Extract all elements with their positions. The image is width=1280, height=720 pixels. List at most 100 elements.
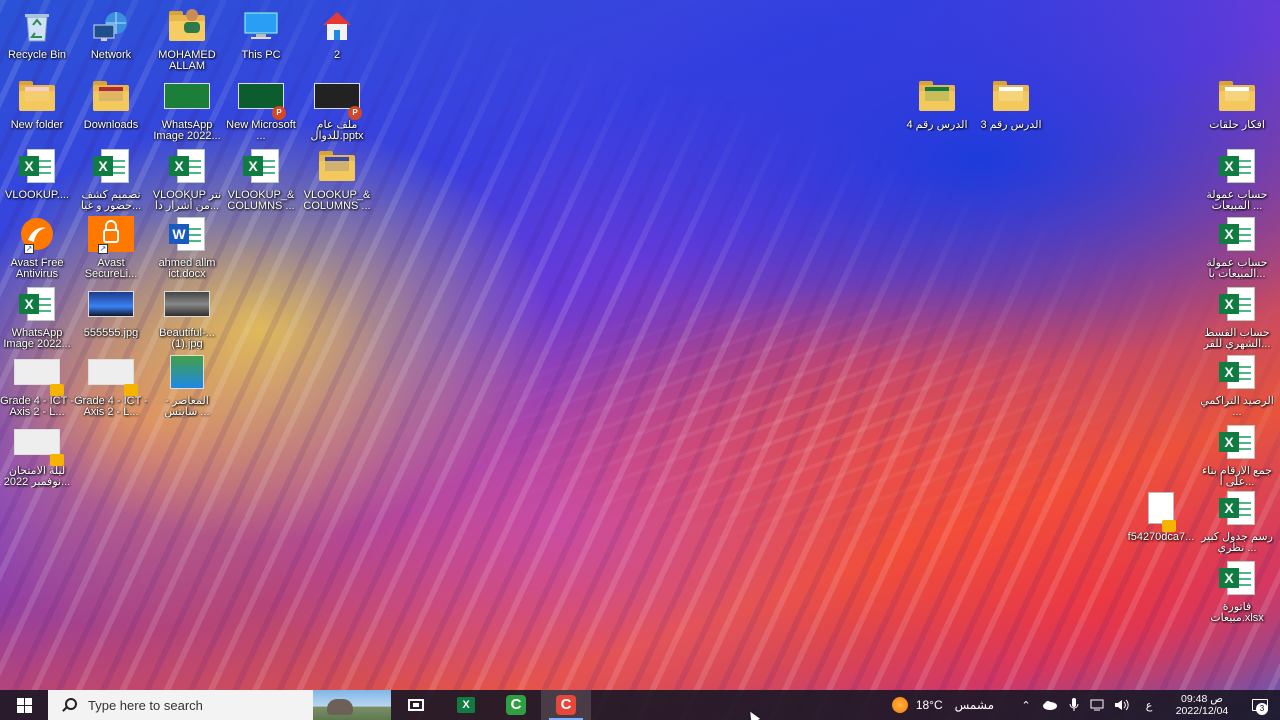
icon-label: MOHAMED ALLAM <box>158 50 216 72</box>
desktop-icon-excel[interactable]: X VLOOKUP نتر من أشرار دا... <box>150 144 224 212</box>
excel-file-icon: X <box>14 282 60 326</box>
microphone-button[interactable] <box>1062 690 1086 720</box>
desktop-icon-new-microsoft[interactable]: P New Microsoft ... <box>224 74 298 142</box>
desktop-icon-image[interactable]: Beautiful-... (1).jpg <box>150 282 224 350</box>
excel-file-icon: X <box>1214 212 1260 256</box>
desktop-icon-downloads[interactable]: Downloads <box>74 74 148 131</box>
desktop-icon-folder[interactable]: افكار حلقات <box>1200 74 1274 131</box>
desktop-icon-lesson-4[interactable]: الدرس رقم 4 <box>900 74 974 131</box>
desktop-icon-excel[interactable]: X تصميم كشف حضور و غيا... <box>74 144 148 212</box>
microphone-icon <box>1069 698 1079 711</box>
icon-label: ليلة الامتحان نوفمبر 2022... <box>3 466 71 488</box>
desktop-icon-whatsapp-image[interactable]: WhatsApp Image 2022... <box>150 74 224 142</box>
home-icon <box>314 4 360 48</box>
onedrive-button[interactable] <box>1038 690 1062 720</box>
system-tray: 18°C مشمس ⌃ ع 09:48 ص 2022/12/04 3 <box>891 690 1280 720</box>
folder-icon <box>988 74 1034 118</box>
excel-folder-icon <box>914 74 960 118</box>
notification-center-button[interactable]: 3 <box>1240 690 1280 720</box>
task-view-button[interactable] <box>391 690 441 720</box>
clock[interactable]: 09:48 ص 2022/12/04 <box>1164 693 1240 717</box>
desktop-icon-image[interactable]: 555555.jpg <box>74 282 148 339</box>
desktop-icon-excel[interactable]: X VLOOKUP_& COLUMNS ... <box>224 144 298 212</box>
avast-icon: ↗ <box>14 212 60 256</box>
icon-label: VLOOKUP.... <box>5 190 69 201</box>
taskbar-app-green-c[interactable]: C <box>491 690 541 720</box>
desktop-icon-excel[interactable]: X جمع الارقام بناء على ا... <box>1200 420 1274 488</box>
network-icon <box>1090 699 1104 711</box>
desktop-icon-excel[interactable]: X رسم جدول كبير نظري ... <box>1200 486 1274 554</box>
search-highlight-image <box>313 690 391 720</box>
presentation-icon: P <box>314 74 362 120</box>
desktop-icon-word[interactable]: W ahmed allm ict.docx <box>150 212 224 280</box>
icon-label: تصميم كشف حضور و غيا... <box>80 190 142 212</box>
taskbar: Type here to search X C C 18°C مشمس ⌃ ع … <box>0 690 1280 720</box>
icon-label: WhatsApp Image 2022... <box>153 120 221 142</box>
icon-label: جمع الارقام بناء على ا... <box>1201 466 1273 488</box>
language-indicator: ع <box>1145 699 1153 712</box>
volume-button[interactable] <box>1110 690 1134 720</box>
icon-label: 555555.jpg <box>83 328 139 339</box>
desktop-icon-excel[interactable]: X الرصيد التراكمي ... <box>1200 350 1274 418</box>
desktop-icon-archive[interactable]: VLOOKUP_& COLUMNS ... <box>300 144 374 212</box>
input-language-button[interactable]: ع <box>1134 690 1164 720</box>
desktop-icon-this-pc[interactable]: This PC <box>224 4 298 61</box>
taskbar-app-excel[interactable]: X <box>441 690 491 720</box>
desktop-icon-excel[interactable]: X حساب القسط الشهري للقر... <box>1200 282 1274 350</box>
icon-label: المعاصر - سايتس ... <box>164 396 210 418</box>
presentation-icon: P <box>238 74 286 120</box>
desktop-icon-lesson-3[interactable]: الدرس رقم 3 <box>974 74 1048 131</box>
desktop-icon-excel[interactable]: X فاتورة مبيعات.xlsx <box>1200 556 1274 624</box>
search-box[interactable]: Type here to search <box>48 690 391 720</box>
desktop-icon-new-folder[interactable]: New folder <box>0 74 74 131</box>
taskbar-app-red-c[interactable]: C <box>541 690 591 720</box>
archive-folder-icon <box>314 144 360 188</box>
desktop-icon-avast-vpn[interactable]: ↗ Avast SecureLi... <box>74 212 148 280</box>
desktop-icon-video[interactable]: Grade 4 - ICT - Axis 2 - L... <box>0 350 74 418</box>
notification-count: 3 <box>1256 703 1268 715</box>
vpn-lock-icon: ↗ <box>88 212 134 256</box>
excel-file-icon: X <box>164 144 210 188</box>
desktop-icon-avast[interactable]: ↗ Avast Free Antivirus <box>0 212 74 280</box>
excel-file-icon: X <box>1214 282 1260 326</box>
desktop-icon-home-2[interactable]: 2 <box>300 4 374 61</box>
video-file-icon <box>88 350 138 396</box>
desktop-icon-app[interactable]: المعاصر - سايتس ... <box>150 350 224 418</box>
icon-label: VLOOKUP_& COLUMNS ... <box>227 190 295 212</box>
desktop-icon-recycle-bin[interactable]: Recycle Bin <box>0 4 74 61</box>
desktop-icon-video-file[interactable]: f54270dca7... <box>1124 486 1198 543</box>
weather-widget[interactable]: 18°C مشمس <box>891 697 994 713</box>
desktop-icon-network[interactable]: Network <box>74 4 148 61</box>
clock-date: 2022/12/04 <box>1175 705 1229 717</box>
icon-label: ahmed allm ict.docx <box>158 258 216 280</box>
desktop-icon-excel[interactable]: X VLOOKUP.... <box>0 144 74 201</box>
video-file-icon <box>14 350 64 396</box>
icon-label: Network <box>90 50 132 61</box>
icon-label: VLOOKUP نتر من أشرار دا... <box>152 190 222 212</box>
icon-label: Beautiful-... (1).jpg <box>159 328 215 350</box>
image-thumbnail-icon <box>164 74 210 118</box>
folder-icon <box>14 74 60 118</box>
desktop-icon-excel[interactable]: X حساب عمولة المبيعات ... <box>1200 144 1274 212</box>
desktop-icon-user-folder[interactable]: MOHAMED ALLAM <box>150 4 224 72</box>
app-shortcut-icon <box>164 350 210 394</box>
excel-file-icon: X <box>238 144 284 188</box>
show-hidden-icons-button[interactable]: ⌃ <box>1014 690 1038 720</box>
desktop-icon-pptx[interactable]: P ملف عام للدوال.pptx <box>300 74 374 142</box>
excel-file-icon: X <box>1214 350 1260 394</box>
task-view-icon <box>408 699 424 711</box>
clock-time: 09:48 ص <box>1181 693 1223 705</box>
icon-label: افكار حلقات <box>1209 120 1265 131</box>
desktop-icon-video[interactable]: ليلة الامتحان نوفمبر 2022... <box>0 420 74 488</box>
folder-icon <box>88 74 134 118</box>
start-button[interactable] <box>0 690 48 720</box>
desktop-icon-video[interactable]: Grade 4 - ICT - Axis 2 - L... <box>74 350 148 418</box>
computer-icon <box>238 4 284 48</box>
icon-label: Avast SecureLi... <box>84 258 138 280</box>
speaker-icon <box>1115 699 1129 711</box>
video-file-icon <box>1138 486 1184 532</box>
network-button[interactable] <box>1086 690 1110 720</box>
desktop-icon-excel[interactable]: X WhatsApp Image 2022... <box>0 282 74 350</box>
windows-logo-icon <box>16 697 32 713</box>
desktop-icon-excel[interactable]: X حساب عمولة المبيعات با... <box>1200 212 1274 280</box>
